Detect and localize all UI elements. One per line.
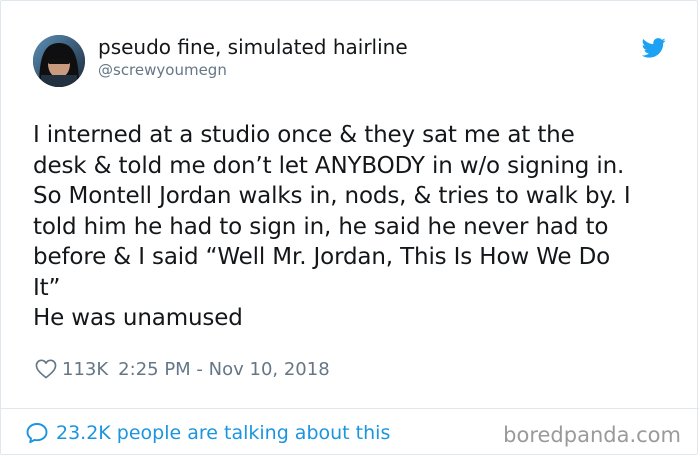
user-avatar[interactable] xyxy=(33,35,85,87)
tweet-meta: 113K 2:25 PM - Nov 10, 2018 xyxy=(35,357,330,381)
timestamp[interactable]: 2:25 PM - Nov 10, 2018 xyxy=(118,359,329,380)
tweet-text: I interned at a studio once & they sat m… xyxy=(33,122,631,331)
heart-icon[interactable] xyxy=(35,359,57,379)
tweet-card: pseudo fine, simulated hairline @screwyo… xyxy=(0,0,699,455)
conversation-link[interactable]: 23.2K people are talking about this xyxy=(25,420,390,446)
display-name[interactable]: pseudo fine, simulated hairline xyxy=(98,34,408,60)
footer-divider xyxy=(1,408,699,409)
comment-bubble-icon xyxy=(26,423,48,444)
conversation-text: 23.2K people are talking about this xyxy=(56,422,391,444)
watermark: boredpanda.com xyxy=(503,423,681,447)
user-handle[interactable]: @screwyoumegn xyxy=(98,61,227,79)
twitter-bird-icon[interactable] xyxy=(642,38,666,58)
avatar-image xyxy=(33,35,85,87)
like-count[interactable]: 113K xyxy=(62,359,108,380)
